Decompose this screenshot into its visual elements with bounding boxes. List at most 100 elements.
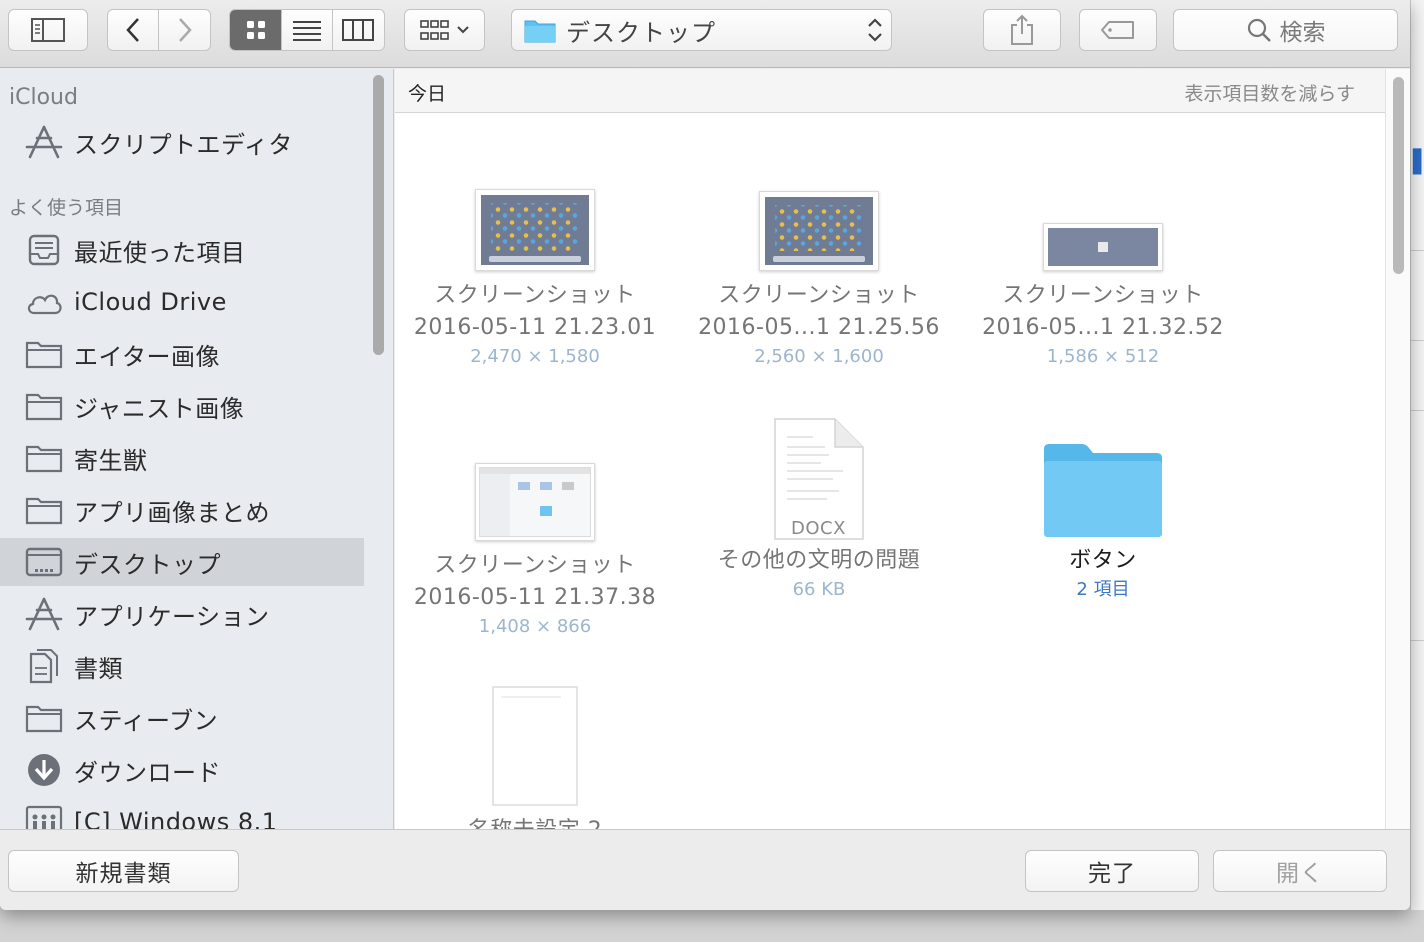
sidebar-item-script-editor[interactable]: スクリプトエディタ xyxy=(0,118,364,166)
docx-badge: DOCX xyxy=(791,518,846,539)
sidebar-item-applications[interactable]: アプリケーション xyxy=(0,590,364,638)
file-thumbnail xyxy=(689,175,949,271)
sidebar-item-label: 最近使った項目 xyxy=(74,238,246,267)
file-name-line2: 2016-05...1 21.25.56 xyxy=(698,315,940,340)
file-name: スクリーンショット xyxy=(1002,283,1204,308)
app-icon xyxy=(24,124,64,160)
sidebar-item-label: アプリ画像まとめ xyxy=(74,498,270,527)
file-name-line2: 2016-05...1 21.32.52 xyxy=(982,315,1224,340)
sidebar-item-steven[interactable]: スティーブン xyxy=(0,694,364,742)
new-document-button[interactable]: 新規書類 xyxy=(8,850,239,892)
file-item[interactable]: スクリーンショット 2016-05-11 21.37.38 1,408 × 86… xyxy=(405,445,665,640)
sidebar-item-desktop[interactable]: デスクトップ xyxy=(0,538,364,586)
arrange-icon xyxy=(419,20,449,40)
sidebar-item-label: ジャニスト画像 xyxy=(74,394,245,423)
arrange-menu-button[interactable] xyxy=(404,9,485,51)
cloud-icon xyxy=(24,284,64,320)
scrollbar-thumb[interactable] xyxy=(373,75,384,355)
network-icon xyxy=(24,804,64,829)
icon-view-button[interactable] xyxy=(230,10,283,50)
folder-icon xyxy=(24,388,64,424)
file-meta: 66 KB xyxy=(792,579,846,600)
file-item[interactable]: スクリーンショット 2016-05...1 21.32.52 1,586 × 5… xyxy=(973,175,1233,370)
file-meta: 1,408 × 866 xyxy=(478,616,592,637)
sidebar-item-label: ダウンロード xyxy=(74,758,221,787)
sidebar-item-label: 書類 xyxy=(74,654,123,683)
tags-button[interactable] xyxy=(1079,9,1157,51)
background-divider xyxy=(1411,340,1424,341)
folder-icon xyxy=(24,336,64,372)
grid-icon xyxy=(246,21,265,39)
file-thumbnail xyxy=(405,175,665,271)
content-scrollbar[interactable] xyxy=(1385,69,1410,829)
desktop-icon xyxy=(24,544,64,580)
sidebar-item-label: [C] Windows 8.1 xyxy=(74,808,278,829)
folder-item[interactable]: ボタン 2 項目 xyxy=(973,415,1233,603)
file-item[interactable]: スクリーンショット 2016-05...1 21.25.56 2,560 × 1… xyxy=(689,175,949,370)
search-placeholder: 検索 xyxy=(1279,20,1326,46)
open-dialog: デスクトップ 検索 iCloud スクリプトエディタ よく使う項目 最近使った項… xyxy=(0,0,1410,910)
screenshot-thumbnail xyxy=(475,463,595,541)
background-desktop xyxy=(0,910,1424,942)
location-popup[interactable]: デスクトップ xyxy=(511,9,892,51)
list-icon xyxy=(293,21,321,41)
file-item[interactable]: DOCX その他の文明の問題 66 KB xyxy=(689,415,949,603)
screenshot-thumbnail xyxy=(475,189,595,271)
sidebar-item-recents[interactable]: 最近使った項目 xyxy=(0,226,364,274)
sidebar-item-downloads[interactable]: ダウンロード xyxy=(0,746,364,794)
open-button[interactable]: 開く xyxy=(1213,850,1387,892)
recents-icon xyxy=(24,232,64,268)
column-view-button[interactable] xyxy=(333,10,384,50)
done-button[interactable]: 完了 xyxy=(1025,850,1199,892)
show-less-link[interactable]: 表示項目数を減らす xyxy=(1184,79,1355,106)
dialog-footer: 新規書類 完了 開く xyxy=(0,829,1410,910)
list-view-button[interactable] xyxy=(282,10,333,50)
folder-icon xyxy=(1044,444,1162,537)
blank-document-icon xyxy=(492,686,578,806)
background-divider xyxy=(1411,410,1424,411)
sidebar-item-eiter-images[interactable]: エイター画像 xyxy=(0,330,364,378)
group-title: 今日 xyxy=(408,83,447,105)
file-thumbnail xyxy=(405,685,665,807)
share-icon xyxy=(1011,14,1033,45)
search-field[interactable]: 検索 xyxy=(1173,9,1398,51)
file-thumbnail xyxy=(973,175,1233,271)
search-icon xyxy=(1247,18,1271,42)
sidebar-item-documents[interactable]: 書類 xyxy=(0,642,364,690)
sidebar-item-icloud-drive[interactable]: iCloud Drive xyxy=(0,278,364,326)
download-icon xyxy=(24,752,64,788)
navigation-segment xyxy=(107,9,211,51)
file-name-line2: 2016-05-11 21.23.01 xyxy=(413,315,657,340)
sidebar-item-windows-share[interactable]: [C] Windows 8.1 xyxy=(0,798,364,829)
app-icon xyxy=(24,596,64,632)
screenshot-thumbnail xyxy=(759,191,879,271)
sidebar-item-kiseijuu[interactable]: 寄生獣 xyxy=(0,434,364,482)
file-name: ボタン xyxy=(1069,548,1137,573)
file-thumbnail: DOCX xyxy=(689,415,949,541)
scrollbar-thumb[interactable] xyxy=(1393,77,1404,274)
file-name-line2: 2016-05-11 21.37.38 xyxy=(413,585,657,610)
back-button[interactable] xyxy=(108,10,160,50)
file-browser: 今日 表示項目数を減らす スクリーンショット 2016-05-11 21.23.… xyxy=(395,69,1410,829)
file-meta: 2,470 × 1,580 xyxy=(470,346,600,367)
folder-icon xyxy=(24,440,64,476)
sidebar: iCloud スクリプトエディタ よく使う項目 最近使った項目 iCloud D… xyxy=(0,69,394,829)
file-item[interactable]: スクリーンショット 2016-05-11 21.23.01 2,470 × 1,… xyxy=(405,175,665,370)
sidebar-item-label: スクリプトエディタ xyxy=(74,130,293,159)
forward-button[interactable] xyxy=(159,10,210,50)
sidebar-item-janist-images[interactable]: ジャニスト画像 xyxy=(0,382,364,430)
file-thumbnail xyxy=(973,415,1233,541)
share-button[interactable] xyxy=(983,9,1061,51)
background-divider xyxy=(1411,250,1424,251)
group-header: 今日 表示項目数を減らす xyxy=(395,69,1385,113)
sidebar-scrollbar[interactable] xyxy=(371,75,387,355)
sidebar-item-label: デスクトップ xyxy=(74,550,221,579)
sidebar-item-app-images[interactable]: アプリ画像まとめ xyxy=(0,486,364,534)
folder-icon xyxy=(524,20,556,43)
file-name: スクリーンショット xyxy=(434,553,636,578)
file-item[interactable]: 名称未設定 2 xyxy=(405,685,665,829)
screenshot-thumbnail xyxy=(1043,223,1163,271)
sidebar-toggle-button[interactable] xyxy=(8,9,88,51)
file-meta: 2 項目 xyxy=(1076,579,1130,600)
file-name: その他の文明の問題 xyxy=(717,548,921,573)
